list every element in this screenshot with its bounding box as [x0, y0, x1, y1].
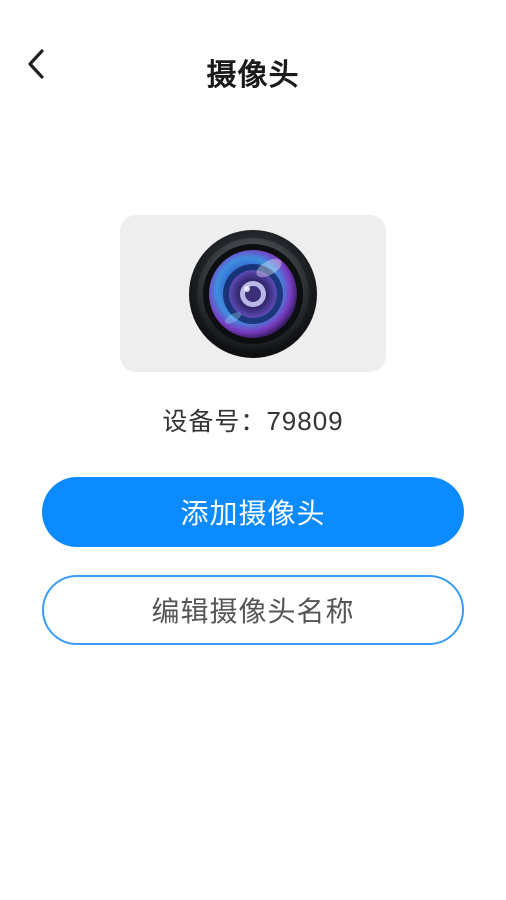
device-number: 设备号：79809 [0, 402, 506, 438]
device-number-value: 79809 [266, 406, 344, 436]
header-bar: 摄像头 [0, 36, 506, 100]
device-image-card [120, 215, 386, 372]
edit-camera-name-button[interactable]: 编辑摄像头名称 [42, 575, 464, 645]
device-number-label: 设备号： [162, 407, 267, 436]
add-camera-button[interactable]: 添加摄像头 [42, 477, 464, 547]
camera-lens-icon [187, 228, 319, 364]
page-title: 摄像头 [206, 58, 300, 93]
